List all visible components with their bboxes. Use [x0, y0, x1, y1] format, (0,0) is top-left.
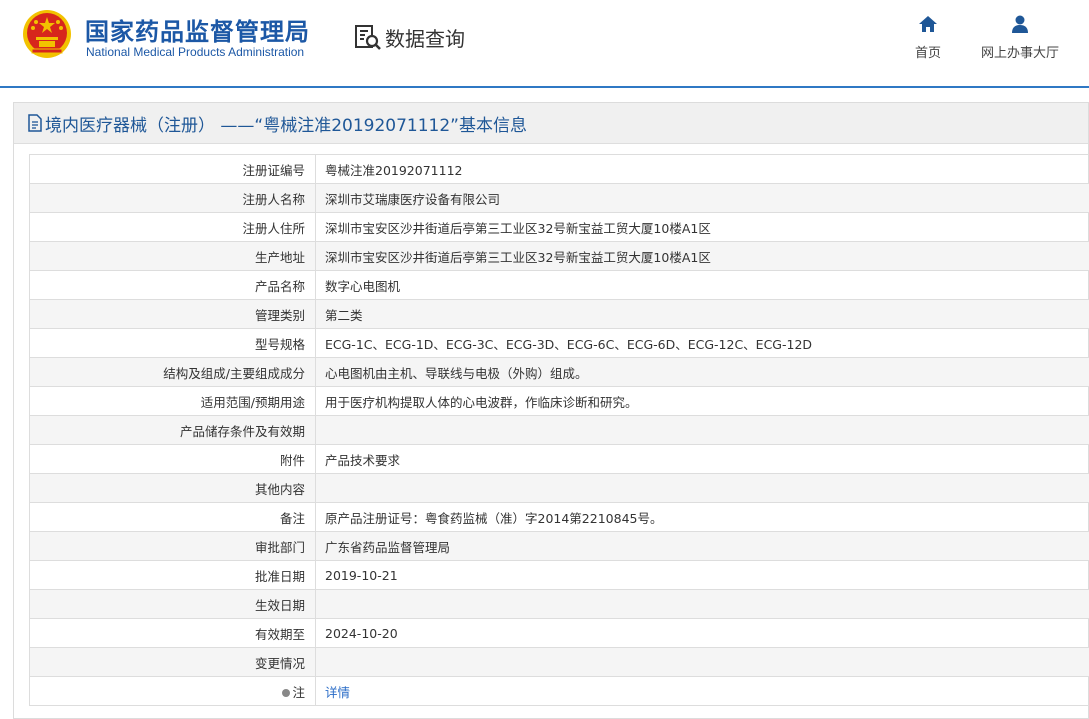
note-value-cell: 详情 — [315, 676, 1089, 706]
note-label: 注 — [292, 684, 305, 700]
field-label: 产品名称 — [29, 270, 316, 300]
field-value: 产品技术要求 — [315, 444, 1089, 474]
table-row: 批准日期 2019-10-21 — [29, 560, 1089, 590]
field-value: 2024-10-20 — [315, 618, 1089, 648]
table-row: 适用范围/预期用途 用于医疗机构提取人体的心电波群，作临床诊断和研究。 — [29, 386, 1089, 416]
table-row: 结构及组成/主要组成成分 心电图机由主机、导联线与电极（外购）组成。 — [29, 357, 1089, 387]
info-table-body: 注册证编号 粤械注准20192071112 注册人名称 深圳市艾瑞康医疗设备有限公司注… — [29, 154, 1089, 706]
detail-panel: 境内医疗器械（注册） ——“粤械注准20192071112”基本信息 注册证编号… — [13, 102, 1089, 719]
field-label: 生效日期 — [29, 589, 316, 619]
nav-online-service-hall-label: 网上办事大厅 — [980, 46, 1059, 61]
table-row: 型号规格 ECG-1C、ECG-1D、ECG-3C、ECG-3D、ECG-6C、E… — [29, 328, 1089, 358]
details-link[interactable]: 详情 — [325, 685, 350, 700]
brand-subtitle: National Medical Products Administration — [86, 45, 305, 59]
table-row: 注册证编号 粤械注准20192071112 — [29, 154, 1089, 184]
field-label: 注册人住所 — [29, 212, 316, 242]
table-row: 其他内容 — [29, 473, 1089, 503]
field-label: 备注 — [29, 502, 316, 532]
field-label: 管理类别 — [29, 299, 316, 329]
table-row: 备注 原产品注册证号：粤食药监械（准）字2014第2210845号。 — [29, 502, 1089, 532]
field-value: 用于医疗机构提取人体的心电波群，作临床诊断和研究。 — [315, 386, 1089, 416]
field-label: 变更情况 — [29, 647, 316, 677]
national-emblem-icon — [23, 10, 71, 58]
table-row: 附件 产品技术要求 — [29, 444, 1089, 474]
field-value: 深圳市宝安区沙井街道后亭第三工业区32号新宝益工贸大厦10楼A1区 — [315, 212, 1089, 242]
registration-info-table: 注册证编号 粤械注准20192071112 注册人名称 深圳市艾瑞康医疗设备有限公司注… — [29, 154, 1089, 706]
table-row: 产品名称 数字心电图机 — [29, 270, 1089, 300]
note-label-cell: 注 — [29, 676, 316, 706]
field-label: 适用范围/预期用途 — [29, 386, 316, 416]
home-icon — [919, 16, 937, 32]
field-value — [315, 415, 1089, 445]
document-search-icon — [355, 25, 381, 50]
field-label: 有效期至 — [29, 618, 316, 648]
table-row: 生产地址 深圳市宝安区沙井街道后亭第三工业区32号新宝益工贸大厦10楼A1区 — [29, 241, 1089, 271]
panel-title: 境内医疗器械（注册） ——“粤械注准20192071112”基本信息 — [45, 115, 527, 136]
nav-home[interactable]: 首页 — [907, 14, 949, 61]
field-value: 原产品注册证号：粤食药监械（准）字2014第2210845号。 — [315, 502, 1089, 532]
table-row: 有效期至 2024-10-20 — [29, 618, 1089, 648]
data-query-link[interactable]: 数据查询 — [353, 20, 465, 54]
table-row: 产品储存条件及有效期 — [29, 415, 1089, 445]
table-row: 注册人名称 深圳市艾瑞康医疗设备有限公司 — [29, 183, 1089, 213]
table-row: 注册人住所 深圳市宝安区沙井街道后亭第三工业区32号新宝益工贸大厦10楼A1区 — [29, 212, 1089, 242]
field-label: 型号规格 — [29, 328, 316, 358]
field-value: 深圳市艾瑞康医疗设备有限公司 — [315, 183, 1089, 213]
field-value: 数字心电图机 — [315, 270, 1089, 300]
field-value: 粤械注准20192071112 — [315, 154, 1089, 184]
field-label: 其他内容 — [29, 473, 316, 503]
field-value: 心电图机由主机、导联线与电极（外购）组成。 — [315, 357, 1089, 387]
field-value — [315, 589, 1089, 619]
field-value — [315, 473, 1089, 503]
field-value: 深圳市宝安区沙井街道后亭第三工业区32号新宝益工贸大厦10楼A1区 — [315, 241, 1089, 271]
panel-title-bar: 境内医疗器械（注册） ——“粤械注准20192071112”基本信息 — [14, 103, 1088, 144]
field-value — [315, 647, 1089, 677]
field-value: ECG-1C、ECG-1D、ECG-3C、ECG-3D、ECG-6C、ECG-6… — [315, 328, 1089, 358]
site-header: 国家药品监督管理局 National Medical Products Admi… — [0, 0, 1089, 88]
field-value: 第二类 — [315, 299, 1089, 329]
field-value: 2019-10-21 — [315, 560, 1089, 590]
field-label: 生产地址 — [29, 241, 316, 271]
table-row: 变更情况 — [29, 647, 1089, 677]
field-label: 注册证编号 — [29, 154, 316, 184]
bulb-icon — [282, 688, 291, 697]
field-label: 附件 — [29, 444, 316, 474]
table-row: 生效日期 — [29, 589, 1089, 619]
field-label: 结构及组成/主要组成成分 — [29, 357, 316, 387]
field-label: 注册人名称 — [29, 183, 316, 213]
brand-title: 国家药品监督管理局 — [85, 18, 310, 46]
document-icon — [28, 114, 42, 132]
field-label: 产品储存条件及有效期 — [29, 415, 316, 445]
field-value: 广东省药品监督管理局 — [315, 531, 1089, 561]
user-icon — [1012, 15, 1028, 33]
nav-online-service-hall[interactable]: 网上办事大厅 — [976, 14, 1064, 61]
table-row: 管理类别 第二类 — [29, 299, 1089, 329]
field-label: 审批部门 — [29, 531, 316, 561]
data-query-label: 数据查询 — [385, 26, 465, 51]
field-label: 批准日期 — [29, 560, 316, 590]
table-row-note: 注 详情 — [29, 676, 1089, 706]
nav-home-label: 首页 — [914, 46, 941, 61]
table-row: 审批部门 广东省药品监督管理局 — [29, 531, 1089, 561]
